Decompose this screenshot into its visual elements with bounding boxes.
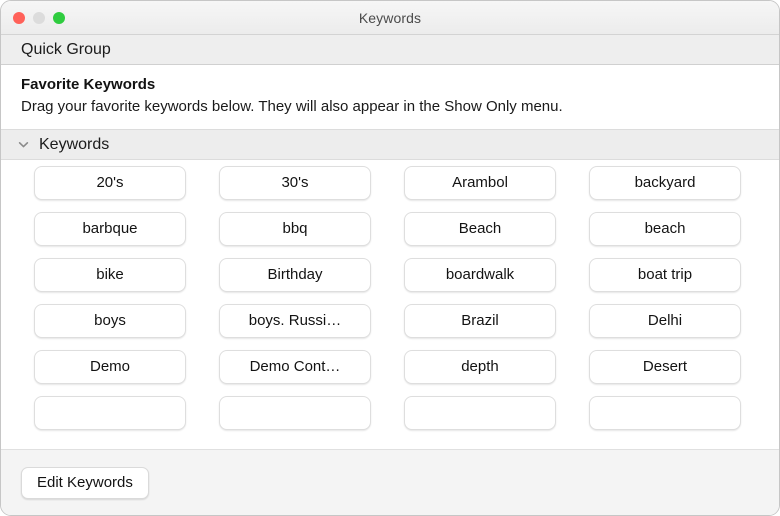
keywords-scroll-area[interactable]: 20's 30's Arambol backyard barbque bbq B… <box>1 160 779 449</box>
quick-group-bar: Quick Group <box>1 35 779 65</box>
keyword-chip[interactable]: bike <box>34 258 186 292</box>
keyword-chip[interactable] <box>219 396 371 430</box>
zoom-button-icon[interactable] <box>53 12 65 24</box>
keyword-chip[interactable]: depth <box>404 350 556 384</box>
keyword-row: barbque bbq Beach beach <box>1 212 779 246</box>
keyword-chip[interactable]: Birthday <box>219 258 371 292</box>
keyword-chip[interactable]: Arambol <box>404 166 556 200</box>
keyword-chip[interactable]: Brazil <box>404 304 556 338</box>
keyword-chip[interactable]: Demo <box>34 350 186 384</box>
keyword-chip[interactable]: Desert <box>589 350 741 384</box>
keyword-chip[interactable]: bbq <box>219 212 371 246</box>
favorite-keywords-description: Favorite Keywords Drag your favorite key… <box>1 65 779 129</box>
keyword-chip[interactable]: barbque <box>34 212 186 246</box>
minimize-button-icon[interactable] <box>33 12 45 24</box>
keyword-chip[interactable]: beach <box>589 212 741 246</box>
quick-group-label: Quick Group <box>21 41 111 59</box>
keyword-chip[interactable]: Delhi <box>589 304 741 338</box>
keyword-chip[interactable]: boys <box>34 304 186 338</box>
keyword-row-clipped <box>1 396 779 430</box>
keywords-window: Keywords Quick Group Favorite Keywords D… <box>0 0 780 516</box>
keyword-chip[interactable]: boys. Russi… <box>219 304 371 338</box>
window-title: Keywords <box>1 10 779 26</box>
edit-keywords-button[interactable]: Edit Keywords <box>21 467 149 499</box>
keyword-chip[interactable]: 30's <box>219 166 371 200</box>
keyword-row: 20's 30's Arambol backyard <box>1 166 779 200</box>
keyword-row: boys boys. Russi… Brazil Delhi <box>1 304 779 338</box>
keywords-grid: 20's 30's Arambol backyard barbque bbq B… <box>1 160 779 442</box>
window-titlebar: Keywords <box>1 1 779 35</box>
window-footer: Edit Keywords <box>1 449 779 515</box>
keyword-chip[interactable] <box>34 396 186 430</box>
description-title: Favorite Keywords <box>21 75 759 95</box>
keyword-chip[interactable]: Demo Cont… <box>219 350 371 384</box>
keyword-chip[interactable]: 20's <box>34 166 186 200</box>
keyword-chip[interactable] <box>404 396 556 430</box>
window-controls <box>13 1 65 34</box>
keyword-chip[interactable]: boat trip <box>589 258 741 292</box>
keywords-section-title: Keywords <box>39 136 109 154</box>
keyword-row: Demo Demo Cont… depth Desert <box>1 350 779 384</box>
keyword-chip[interactable]: backyard <box>589 166 741 200</box>
keyword-chip[interactable]: Beach <box>404 212 556 246</box>
chevron-down-icon[interactable] <box>17 138 30 151</box>
keyword-chip[interactable] <box>589 396 741 430</box>
keyword-chip[interactable]: boardwalk <box>404 258 556 292</box>
keywords-section-header[interactable]: Keywords <box>1 129 779 160</box>
close-button-icon[interactable] <box>13 12 25 24</box>
keyword-row: bike Birthday boardwalk boat trip <box>1 258 779 292</box>
description-body: Drag your favorite keywords below. They … <box>21 96 711 117</box>
